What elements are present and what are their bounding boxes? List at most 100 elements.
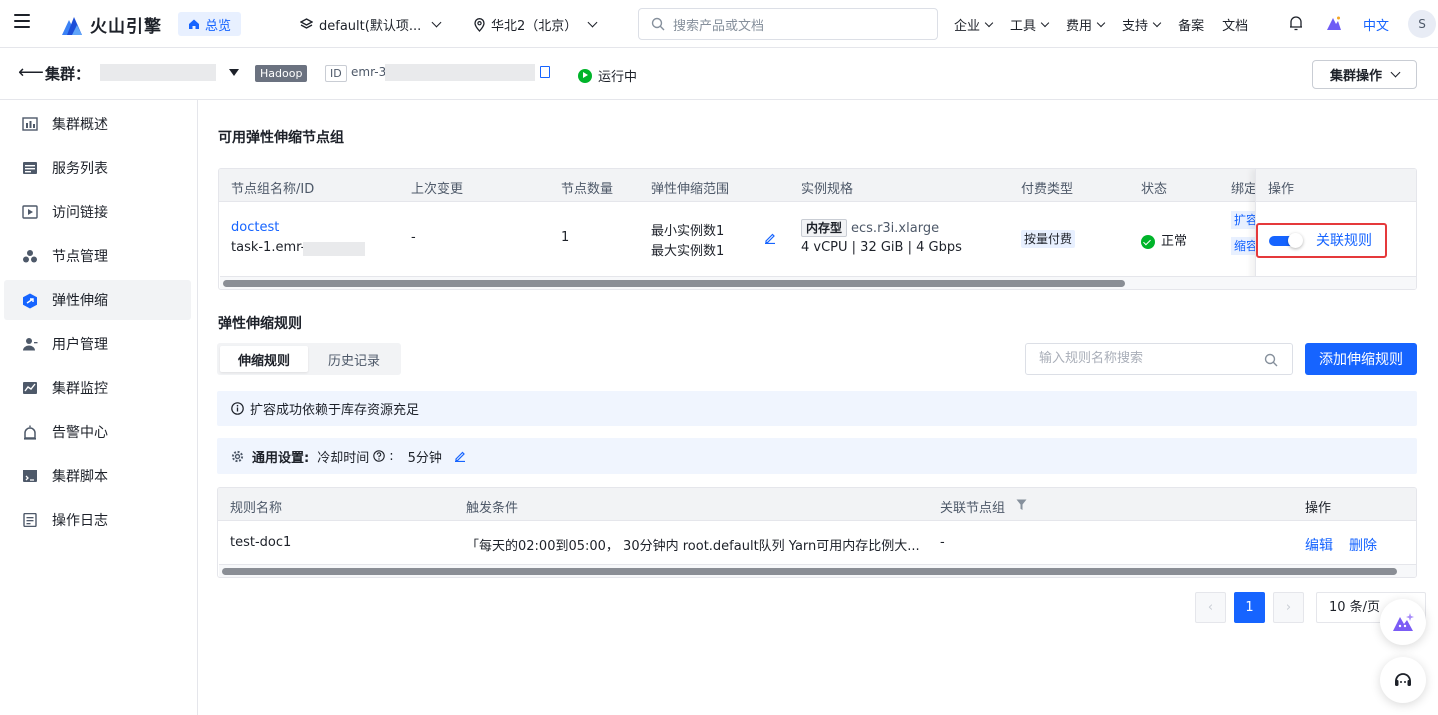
col-actions: 操作	[1268, 182, 1295, 197]
delete-rule-link[interactable]: 删除	[1349, 535, 1377, 555]
global-search-input[interactable]: 搜索产品或文档	[638, 8, 938, 40]
region-selector[interactable]: 华北2（北京）	[474, 15, 598, 34]
volcano-logo-icon	[62, 16, 82, 35]
filter-icon[interactable]	[1016, 499, 1027, 511]
tab-history[interactable]: 历史记录	[310, 346, 398, 372]
group-status: 正常	[1141, 230, 1187, 249]
back-arrow-icon[interactable]: ⟵	[18, 64, 44, 82]
monitor-icon	[22, 381, 38, 395]
rule-toggle-switch[interactable]	[1269, 233, 1303, 248]
bell-icon[interactable]	[1289, 15, 1303, 31]
rule-search-input[interactable]: 输入规则名称搜索	[1025, 343, 1293, 375]
sidebar-item-label: 节点管理	[52, 249, 108, 265]
sidebar-item-7[interactable]: 告警中心	[4, 412, 191, 452]
cluster-status: 运行中	[578, 66, 637, 85]
sidebar-item-9[interactable]: 操作日志	[4, 500, 191, 540]
mountain-icon[interactable]	[1326, 15, 1342, 31]
tab-scaling-rules[interactable]: 伸缩规则	[220, 346, 308, 372]
rule-name: test-doc1	[230, 535, 292, 550]
list-icon	[22, 161, 38, 175]
nav-support[interactable]: 支持	[1122, 15, 1162, 34]
caret-down-icon[interactable]	[229, 69, 239, 76]
current-page[interactable]: 1	[1234, 592, 1265, 623]
cluster-label: 集群：	[45, 65, 91, 83]
spec-line: 内存型 ecs.r3i.xlarge	[801, 219, 939, 237]
sidebar-item-0[interactable]: 集群概述	[4, 104, 191, 144]
group-id-redacted	[303, 242, 365, 256]
status-text: 运行中	[598, 70, 638, 85]
general-settings-bar: 通用设置: 冷却时间 : 5分钟	[217, 438, 1417, 474]
info-text: 扩容成功依赖于库存资源充足	[250, 403, 420, 418]
copy-icon[interactable]	[540, 66, 550, 78]
chart-icon	[22, 117, 38, 131]
group-name-link[interactable]: doctest	[231, 220, 279, 235]
sidebar-item-8[interactable]: 集群脚本	[4, 456, 191, 496]
sidebar-item-label: 服务列表	[52, 161, 108, 177]
nav-docs[interactable]: 文档	[1222, 15, 1248, 34]
user-icon	[22, 337, 38, 351]
rule-search-placeholder: 输入规则名称搜索	[1039, 351, 1144, 366]
edit-icon[interactable]	[764, 232, 776, 244]
cluster-id: emr-3	[351, 65, 387, 79]
chevron-down-icon	[1152, 18, 1162, 27]
menu-icon[interactable]	[14, 14, 30, 28]
brand-name: 火山引擎	[90, 17, 162, 37]
overview-label: 总览	[205, 18, 232, 34]
sidebar-item-2[interactable]: 访问链接	[4, 192, 191, 232]
sidebar-item-6[interactable]: 集群监控	[4, 368, 191, 408]
group-status-text: 正常	[1161, 234, 1188, 249]
customer-service-button[interactable]	[1380, 657, 1426, 703]
rule-condition: 「每天的02:00到05:00， 30分钟内 root.default队列 Ya…	[466, 539, 920, 554]
language-switch[interactable]: 中文	[1363, 15, 1389, 34]
sidebar-item-5[interactable]: 用户管理	[4, 324, 191, 364]
edit-icon[interactable]	[454, 450, 466, 462]
associate-rule-link[interactable]: 关联规则	[1316, 230, 1372, 250]
nav-filing[interactable]: 备案	[1178, 15, 1204, 34]
nodes-icon	[22, 249, 38, 263]
project-selector[interactable]: default(默认项...	[300, 15, 442, 34]
col-condition: 触发条件	[466, 501, 519, 516]
nav-tools[interactable]: 工具	[1010, 15, 1050, 34]
horizontal-scrollbar[interactable]	[220, 276, 1416, 289]
overview-button[interactable]: 总览	[178, 12, 242, 36]
next-page-button[interactable]: ›	[1273, 592, 1304, 623]
sidebar-item-label: 集群监控	[52, 381, 108, 397]
col-last-change: 上次变更	[411, 182, 464, 197]
search-icon	[1264, 353, 1278, 367]
help-icon[interactable]	[373, 450, 385, 462]
ai-assistant-button[interactable]	[1380, 599, 1426, 645]
running-icon	[578, 68, 592, 83]
chevron-down-icon	[587, 17, 598, 28]
last-change: -	[411, 230, 416, 245]
edit-rule-link[interactable]: 编辑	[1305, 535, 1333, 555]
avatar[interactable]: S	[1408, 10, 1436, 38]
col-ops: 操作	[1305, 501, 1332, 516]
project-name: default(默认项...	[319, 19, 422, 34]
brand-logo[interactable]: 火山引擎	[60, 12, 162, 37]
col-group: 关联节点组	[940, 501, 1006, 516]
chevron-down-icon	[984, 18, 994, 27]
prev-page-button[interactable]: ‹	[1195, 592, 1226, 623]
col-name: 节点组名称/ID	[231, 182, 315, 197]
sidebar-item-label: 访问链接	[52, 205, 108, 221]
horizontal-scrollbar[interactable]	[219, 564, 1416, 577]
sidebar-item-label: 弹性伸缩	[52, 293, 108, 309]
headset-icon	[1395, 673, 1411, 686]
sidebar-item-4[interactable]: 弹性伸缩	[4, 280, 191, 320]
settings-label: 通用设置:	[252, 450, 310, 466]
ai-assistant-icon	[1393, 613, 1414, 631]
nav-enterprise[interactable]: 企业	[954, 15, 994, 34]
sidebar-item-1[interactable]: 服务列表	[4, 148, 191, 188]
actions-column: 操作 关联规则	[1255, 169, 1416, 289]
range-max: 最大实例数1	[651, 244, 725, 259]
top-nav: 企业 工具 费用 支持 备案 文档	[954, 15, 1248, 34]
location-icon	[474, 17, 485, 32]
alarm-icon	[22, 425, 38, 440]
add-rule-button[interactable]: 添加伸缩规则	[1305, 343, 1417, 375]
autoscale-icon	[22, 293, 38, 309]
cluster-type-badge: Hadoop	[255, 65, 308, 82]
cluster-ops-button[interactable]: 集群操作	[1312, 60, 1417, 89]
cluster-ops-label: 集群操作	[1329, 69, 1382, 84]
sidebar-item-3[interactable]: 节点管理	[4, 236, 191, 276]
nav-billing[interactable]: 费用	[1066, 15, 1106, 34]
